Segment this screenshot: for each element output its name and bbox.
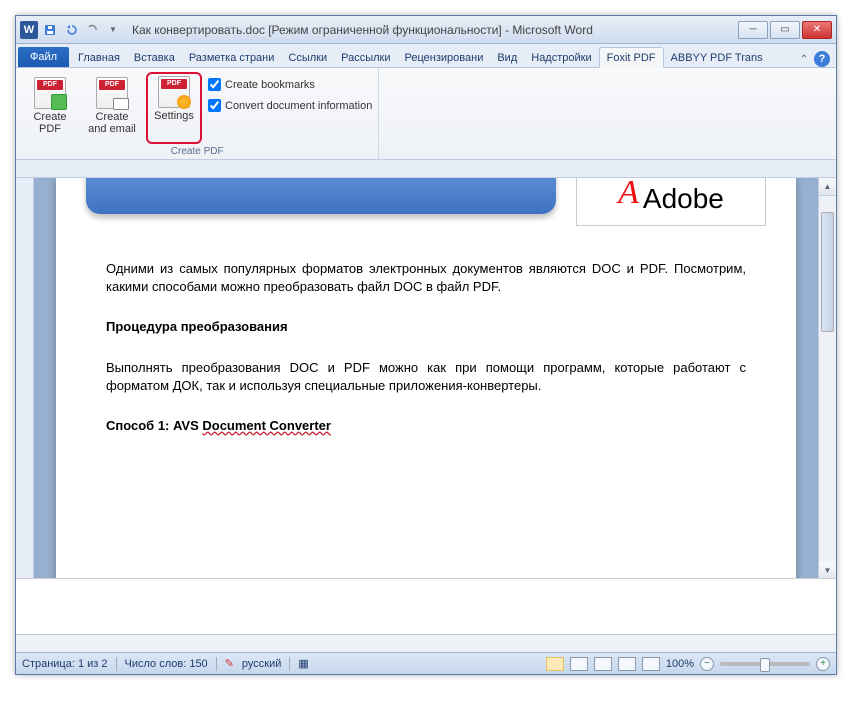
adobe-text: Adobe xyxy=(643,179,724,218)
create-email-label: Create and email xyxy=(85,111,139,135)
view-outline[interactable] xyxy=(618,657,636,671)
zoom-level[interactable]: 100% xyxy=(666,658,694,670)
tab-mailings[interactable]: Рассылки xyxy=(334,48,397,67)
minimize-button[interactable]: ─ xyxy=(738,21,768,39)
tab-view[interactable]: Вид xyxy=(490,48,524,67)
tab-file[interactable]: Файл xyxy=(18,47,69,67)
quick-access-toolbar: W ▼ xyxy=(20,21,122,39)
tab-home[interactable]: Главная xyxy=(71,48,127,67)
document-area: A Adobe Одними из самых популярных форма… xyxy=(16,178,836,634)
undo-icon[interactable] xyxy=(62,21,80,39)
zoom-in-button[interactable]: + xyxy=(816,657,830,671)
scroll-up-button[interactable]: ▲ xyxy=(819,178,836,196)
ribbon: Create PDF Create and email Settings Cre… xyxy=(16,68,836,160)
horizontal-ruler[interactable] xyxy=(16,160,836,178)
adobe-a-icon: A xyxy=(618,183,639,203)
zoom-out-button[interactable]: − xyxy=(700,657,714,671)
scroll-track[interactable] xyxy=(819,196,836,562)
adobe-logo: A Adobe xyxy=(576,178,766,226)
tab-references[interactable]: Ссылки xyxy=(281,48,334,67)
group-label: Create PDF xyxy=(22,144,372,157)
create-pdf-button[interactable]: Create PDF xyxy=(22,72,78,144)
create-pdf-label: Create PDF xyxy=(23,111,77,135)
horizontal-scrollbar[interactable] xyxy=(16,634,836,652)
pdf-settings-icon xyxy=(158,76,190,108)
doc-paragraph-1[interactable]: Одними из самых популярных форматов элек… xyxy=(106,260,746,296)
vertical-ruler[interactable] xyxy=(16,178,34,634)
redo-icon[interactable] xyxy=(83,21,101,39)
maximize-button[interactable]: ▭ xyxy=(770,21,800,39)
vertical-scrollbar[interactable]: ▲ ▼ ◉ ○ ◉ xyxy=(818,178,836,634)
app-window: W ▼ Как конвертировать.doc [Режим ограни… xyxy=(15,15,837,675)
save-icon[interactable] xyxy=(41,21,59,39)
docinfo-checkbox[interactable] xyxy=(208,99,221,112)
docinfo-label: Convert document information xyxy=(225,100,372,112)
blue-bar-graphic xyxy=(86,178,556,214)
doc-paragraph-2[interactable]: Выполнять преобразования DOC и PDF можно… xyxy=(106,359,746,395)
settings-button[interactable]: Settings xyxy=(146,72,202,144)
window-controls: ─ ▭ ✕ xyxy=(738,21,832,39)
document-page: A Adobe Одними из самых популярных форма… xyxy=(56,178,796,634)
settings-label: Settings xyxy=(154,110,194,122)
ribbon-tabs: Файл Главная Вставка Разметка страни Ссы… xyxy=(16,44,836,68)
view-full-screen[interactable] xyxy=(570,657,588,671)
zoom-slider[interactable] xyxy=(720,662,810,666)
status-word-count[interactable]: Число слов: 150 xyxy=(125,658,208,670)
doc-heading-2[interactable]: Способ 1: AVS Document Converter xyxy=(106,417,746,435)
tab-addins[interactable]: Надстройки xyxy=(524,48,598,67)
scroll-thumb[interactable] xyxy=(821,212,834,332)
tab-insert[interactable]: Вставка xyxy=(127,48,182,67)
page-viewport[interactable]: A Adobe Одними из самых популярных форма… xyxy=(34,178,818,634)
doc-banner: A Adobe xyxy=(86,178,766,238)
view-web-layout[interactable] xyxy=(594,657,612,671)
doc-heading-1[interactable]: Процедура преобразования xyxy=(106,318,746,336)
tab-layout[interactable]: Разметка страни xyxy=(182,48,282,67)
window-title: Как конвертировать.doc [Режим ограниченн… xyxy=(132,23,738,37)
title-bar: W ▼ Как конвертировать.doc [Режим ограни… xyxy=(16,16,836,44)
tab-review[interactable]: Рецензировани xyxy=(398,48,491,67)
macro-icon[interactable]: ▦ xyxy=(298,657,308,670)
status-bar: Страница: 1 из 2 Число слов: 150 ✎ русск… xyxy=(16,652,836,674)
word-icon[interactable]: W xyxy=(20,21,38,39)
page-gap xyxy=(16,578,836,634)
create-and-email-button[interactable]: Create and email xyxy=(84,72,140,144)
pdf-create-icon xyxy=(34,77,66,109)
ribbon-collapse-icon[interactable]: ⌃ xyxy=(800,54,808,65)
bookmarks-checkbox[interactable] xyxy=(208,78,221,91)
bookmarks-checkbox-row[interactable]: Create bookmarks xyxy=(208,76,372,93)
proofing-icon[interactable]: ✎ xyxy=(225,657,234,670)
status-language[interactable]: русский xyxy=(242,658,281,670)
doc-h2-prefix: Способ 1: AVS xyxy=(106,418,202,433)
pdf-email-icon xyxy=(96,77,128,109)
ribbon-group-create-pdf: Create PDF Create and email Settings Cre… xyxy=(16,68,379,159)
help-icon[interactable]: ? xyxy=(814,51,830,67)
tab-abbyy[interactable]: ABBYY PDF Trans xyxy=(664,48,770,67)
view-draft[interactable] xyxy=(642,657,660,671)
close-button[interactable]: ✕ xyxy=(802,21,832,39)
tab-foxit-pdf[interactable]: Foxit PDF xyxy=(599,47,664,68)
status-page[interactable]: Страница: 1 из 2 xyxy=(22,658,108,670)
docinfo-checkbox-row[interactable]: Convert document information xyxy=(208,97,372,114)
doc-h2-underlined: Document Converter xyxy=(202,418,331,433)
qat-dropdown-icon[interactable]: ▼ xyxy=(104,21,122,39)
view-print-layout[interactable] xyxy=(546,657,564,671)
bookmarks-label: Create bookmarks xyxy=(225,79,315,91)
